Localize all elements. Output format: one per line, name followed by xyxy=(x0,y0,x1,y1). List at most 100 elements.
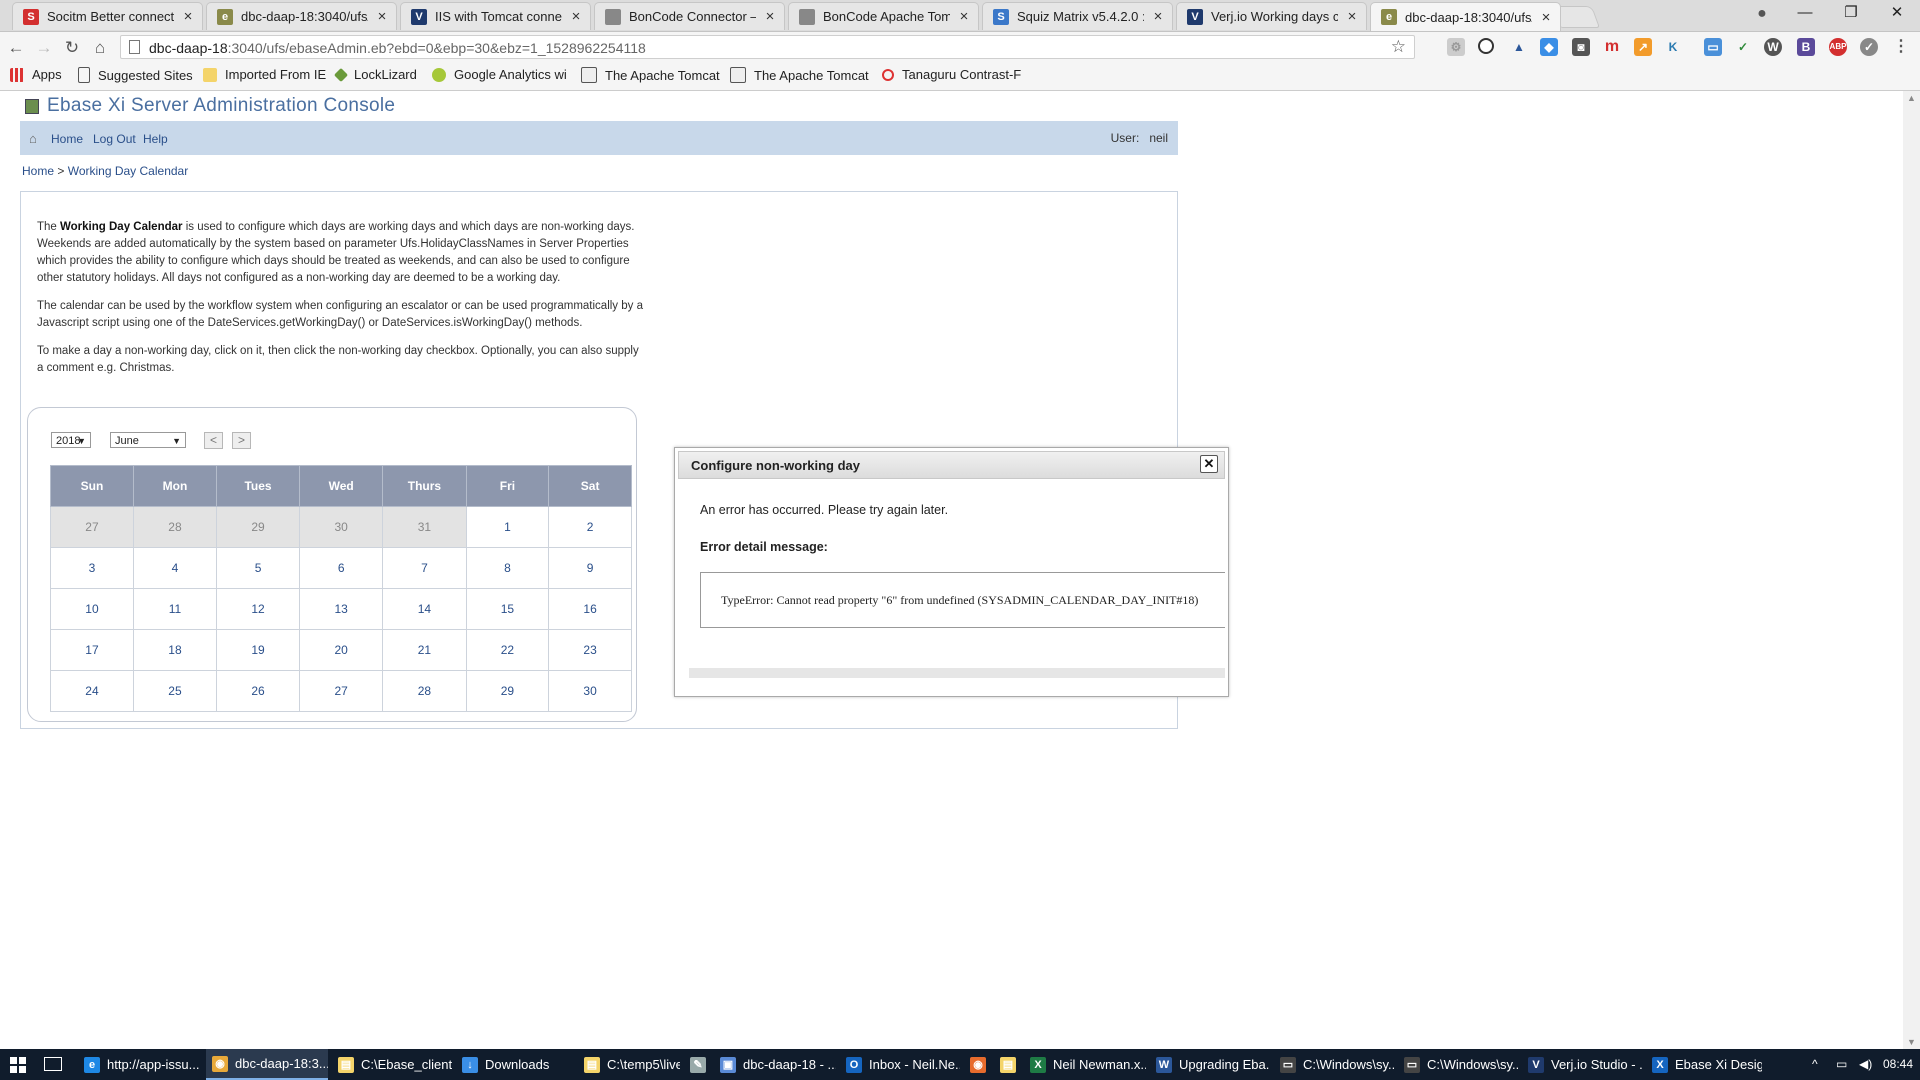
calendar-day[interactable]: 26 xyxy=(215,670,301,712)
calendar-day[interactable]: 25 xyxy=(132,670,217,712)
nav-home-link[interactable]: Home xyxy=(51,132,83,146)
calendar-day[interactable]: 15 xyxy=(465,588,550,630)
taskbar-item[interactable]: ◉ dbc-daap-18:3... xyxy=(206,1049,328,1080)
close-window-button[interactable]: ✕ xyxy=(1874,0,1920,28)
dialog-horizontal-scrollbar[interactable] xyxy=(689,668,1225,678)
extension-card-icon[interactable]: ▭ xyxy=(1704,38,1722,56)
extension-abp-icon[interactable]: ABP xyxy=(1829,38,1847,56)
taskbar-item[interactable]: ↓ Downloads xyxy=(456,1049,574,1080)
address-bar[interactable]: dbc-daap-18:3040/ufs/ebaseAdmin.eb?ebd=0… xyxy=(120,35,1415,59)
calendar-day[interactable]: 13 xyxy=(299,588,384,630)
tab-close-icon[interactable]: × xyxy=(1152,8,1164,25)
calendar-day[interactable]: 8 xyxy=(465,547,550,589)
bookmark-apache-tomcat-2[interactable]: The Apache Tomcat xyxy=(730,67,869,83)
calendar-day[interactable]: 28 xyxy=(382,670,467,712)
bookmark-imported-from-ie[interactable]: Imported From IE xyxy=(203,67,326,82)
clock[interactable]: 08:44 xyxy=(1883,1057,1913,1071)
taskbar-item[interactable]: ✎ xyxy=(684,1049,710,1080)
extension-orange-icon[interactable]: ↗ xyxy=(1634,38,1652,56)
calendar-day[interactable]: 16 xyxy=(548,588,632,630)
extension-off-icon[interactable]: ◙ xyxy=(1572,38,1590,56)
taskbar-item[interactable]: V Verj.io Studio - ... xyxy=(1522,1049,1642,1080)
year-select[interactable]: 2018 ▼ xyxy=(51,432,91,448)
browser-tab[interactable]: BonCode Connector – Bo × xyxy=(594,2,785,30)
tab-close-icon[interactable]: × xyxy=(764,8,776,25)
bookmark-suggested-sites[interactable]: Suggested Sites xyxy=(78,67,193,83)
page-info-icon[interactable] xyxy=(129,40,140,54)
minimize-button[interactable]: — xyxy=(1782,0,1828,28)
prev-month-button[interactable]: < xyxy=(204,432,223,449)
taskbar-item[interactable]: ▭ C:\Windows\sy... xyxy=(1398,1049,1518,1080)
extension-m-icon[interactable]: m xyxy=(1603,38,1621,56)
month-select[interactable]: June ▼ xyxy=(110,432,186,448)
calendar-day-other-month[interactable]: 28 xyxy=(132,506,217,548)
calendar-day[interactable]: 9 xyxy=(548,547,632,589)
calendar-day-other-month[interactable]: 27 xyxy=(50,506,134,548)
breadcrumb-home-link[interactable]: Home xyxy=(22,164,54,178)
extension-blue-icon[interactable]: ◆ xyxy=(1540,38,1558,56)
taskbar-item[interactable]: W Upgrading Eba... xyxy=(1150,1049,1270,1080)
next-month-button[interactable]: > xyxy=(232,432,251,449)
extension-k-icon[interactable]: K xyxy=(1664,38,1682,56)
nav-logout-link[interactable]: Log Out xyxy=(93,132,136,146)
taskbar-item[interactable]: O Inbox - Neil.Ne... xyxy=(840,1049,960,1080)
profile-icon[interactable]: ● xyxy=(1752,5,1772,25)
taskbar-item[interactable]: ◉ xyxy=(964,1049,990,1080)
calendar-day[interactable]: 21 xyxy=(382,629,467,671)
extension-g-icon[interactable] xyxy=(1478,38,1494,54)
restore-button[interactable]: ❐ xyxy=(1828,0,1874,28)
bookmark-star-icon[interactable]: ☆ xyxy=(1391,37,1406,57)
tab-close-icon[interactable]: × xyxy=(1346,8,1358,25)
calendar-day-other-month[interactable]: 30 xyxy=(299,506,384,548)
calendar-day[interactable]: 30 xyxy=(548,670,632,712)
extension-gear-icon[interactable]: ⚙ xyxy=(1447,38,1465,56)
extension-check-icon[interactable]: ✓ xyxy=(1734,38,1752,56)
calendar-day[interactable]: 24 xyxy=(50,670,134,712)
reload-button[interactable]: ↻ xyxy=(61,37,83,59)
scroll-down-icon[interactable]: ▼ xyxy=(1907,1037,1916,1047)
calendar-day[interactable]: 6 xyxy=(299,547,384,589)
browser-tab[interactable]: S Socitm Better connected × xyxy=(12,2,203,30)
calendar-day[interactable]: 14 xyxy=(382,588,467,630)
calendar-day[interactable]: 2 xyxy=(548,506,632,548)
tray-chevron-icon[interactable]: ^ xyxy=(1812,1057,1818,1071)
tab-close-icon[interactable]: × xyxy=(958,8,970,25)
bookmark-google-analytics[interactable]: Google Analytics wi xyxy=(432,67,567,82)
taskbar-item[interactable]: e http://app-issu... xyxy=(78,1049,202,1080)
calendar-day[interactable]: 3 xyxy=(50,547,134,589)
calendar-day[interactable]: 10 xyxy=(50,588,134,630)
calendar-day[interactable]: 23 xyxy=(548,629,632,671)
calendar-day[interactable]: 11 xyxy=(132,588,217,630)
calendar-day[interactable]: 4 xyxy=(132,547,217,589)
browser-tab[interactable]: e dbc-daap-18:3040/ufs/eb × xyxy=(1370,2,1561,31)
taskbar-item[interactable]: ▤ C:\temp5\live_... xyxy=(578,1049,680,1080)
tab-close-icon[interactable]: × xyxy=(1540,9,1552,26)
calendar-day-other-month[interactable]: 29 xyxy=(215,506,301,548)
extension-purple-icon[interactable]: B xyxy=(1797,38,1815,56)
taskbar-item[interactable]: ▭ C:\Windows\sy... xyxy=(1274,1049,1394,1080)
forward-button[interactable]: → xyxy=(33,37,55,59)
chrome-menu-icon[interactable]: ⋮ xyxy=(1892,38,1910,56)
calendar-day[interactable]: 1 xyxy=(465,506,550,548)
extension-arrow-icon[interactable]: ▲ xyxy=(1510,38,1528,56)
calendar-day[interactable]: 17 xyxy=(50,629,134,671)
calendar-day[interactable]: 22 xyxy=(465,629,550,671)
taskbar-item[interactable]: ▤ xyxy=(994,1049,1020,1080)
calendar-day[interactable]: 7 xyxy=(382,547,467,589)
page-scrollbar[interactable]: ▲ ▼ xyxy=(1903,91,1920,1049)
windows-start-icon[interactable] xyxy=(10,1057,26,1073)
browser-tab[interactable]: V IIS with Tomcat connecto × xyxy=(400,2,591,30)
tab-close-icon[interactable]: × xyxy=(182,8,194,25)
nav-help-link[interactable]: Help xyxy=(143,132,168,146)
volume-icon[interactable]: ◀) xyxy=(1859,1057,1872,1071)
tab-close-icon[interactable]: × xyxy=(570,8,582,25)
taskbar-item[interactable]: ▣ dbc-daap-18 - ... xyxy=(714,1049,836,1080)
taskbar-item[interactable]: X Neil Newman.x... xyxy=(1024,1049,1146,1080)
back-button[interactable]: ← xyxy=(5,37,27,59)
bookmark-apache-tomcat-1[interactable]: The Apache Tomcat xyxy=(581,67,720,83)
browser-tab[interactable]: V Verj.io Working days cale × xyxy=(1176,2,1367,30)
calendar-day[interactable]: 20 xyxy=(299,629,384,671)
scroll-up-icon[interactable]: ▲ xyxy=(1907,93,1916,103)
calendar-day[interactable]: 19 xyxy=(215,629,301,671)
taskbar-item[interactable]: ▤ C:\Ebase_client... xyxy=(332,1049,452,1080)
